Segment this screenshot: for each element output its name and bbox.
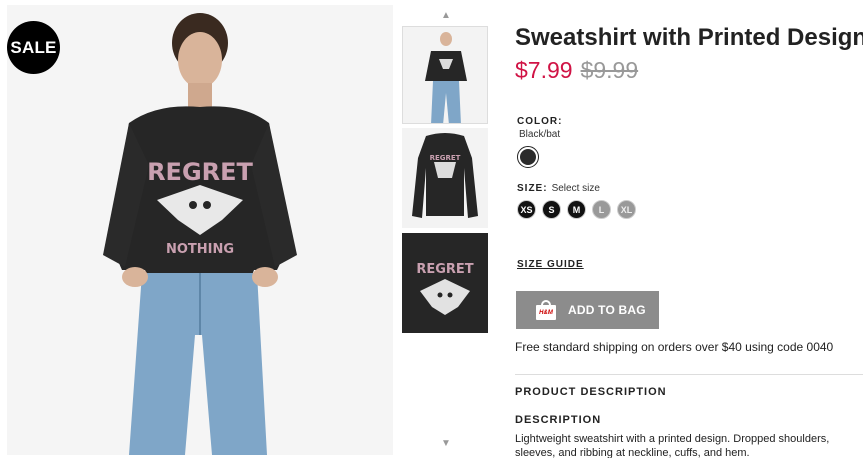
size-option-xl[interactable]: XL (617, 200, 636, 219)
thumbnail-flat-image: REGRET (402, 128, 488, 228)
model-photo: REGRET NOTHING (7, 5, 393, 455)
add-to-bag-label: ADD TO BAG (568, 303, 646, 317)
size-row: SIZE: Select size (517, 183, 600, 194)
print-text-bottom: NOTHING (166, 242, 234, 257)
thumbnail-strip: ▲ REGRET REGRET ▼ (402, 6, 488, 458)
color-label: COLOR: (517, 116, 563, 127)
color-value: Black/bat (519, 129, 561, 140)
size-option-s[interactable]: S (542, 200, 561, 219)
original-price: $9.99 (580, 57, 639, 83)
main-product-image[interactable]: REGRET NOTHING SALE (7, 5, 393, 455)
chevron-up-icon[interactable]: ▲ (440, 10, 452, 22)
thumbnail-detail[interactable]: REGRET (402, 233, 488, 333)
divider (515, 374, 863, 375)
size-option-m[interactable]: M (567, 200, 586, 219)
sale-badge: SALE (7, 21, 60, 74)
chevron-down-icon[interactable]: ▼ (440, 438, 452, 450)
description-heading: DESCRIPTION (515, 414, 602, 426)
product-title: Sweatshirt with Printed Design (515, 24, 863, 51)
size-hint: Select size (551, 183, 600, 194)
shipping-note: Free standard shipping on orders over $4… (515, 340, 834, 354)
print-text-top: REGRET (147, 158, 253, 186)
thumbnail-flat[interactable]: REGRET (402, 128, 488, 228)
thumbnail-model[interactable] (402, 26, 488, 124)
product-info: Sweatshirt with Printed Design $7.99 $9.9… (515, 0, 863, 458)
product-description-heading[interactable]: PRODUCT DESCRIPTION (515, 386, 667, 398)
color-swatch-black[interactable] (517, 146, 539, 168)
sale-price: $7.99 (515, 57, 573, 83)
size-options: XS S M L XL (517, 200, 636, 219)
size-option-xs[interactable]: XS (517, 200, 536, 219)
thumbnail-model-image (403, 27, 487, 123)
shopping-bag-icon: H&M (536, 300, 556, 320)
thumb-print-text: REGRET (430, 154, 461, 162)
size-option-l[interactable]: L (592, 200, 611, 219)
add-to-bag-button[interactable]: H&M ADD TO BAG (516, 291, 659, 329)
detail-print-text: REGRET (416, 262, 473, 277)
price: $7.99 $9.99 (515, 57, 638, 84)
thumbnail-detail-image: REGRET (402, 233, 488, 333)
size-guide-link[interactable]: SIZE GUIDE (517, 259, 584, 270)
description-text: Lightweight sweatshirt with a printed de… (515, 433, 830, 458)
size-label: SIZE: (517, 183, 548, 194)
bag-logo: H&M (536, 305, 556, 320)
